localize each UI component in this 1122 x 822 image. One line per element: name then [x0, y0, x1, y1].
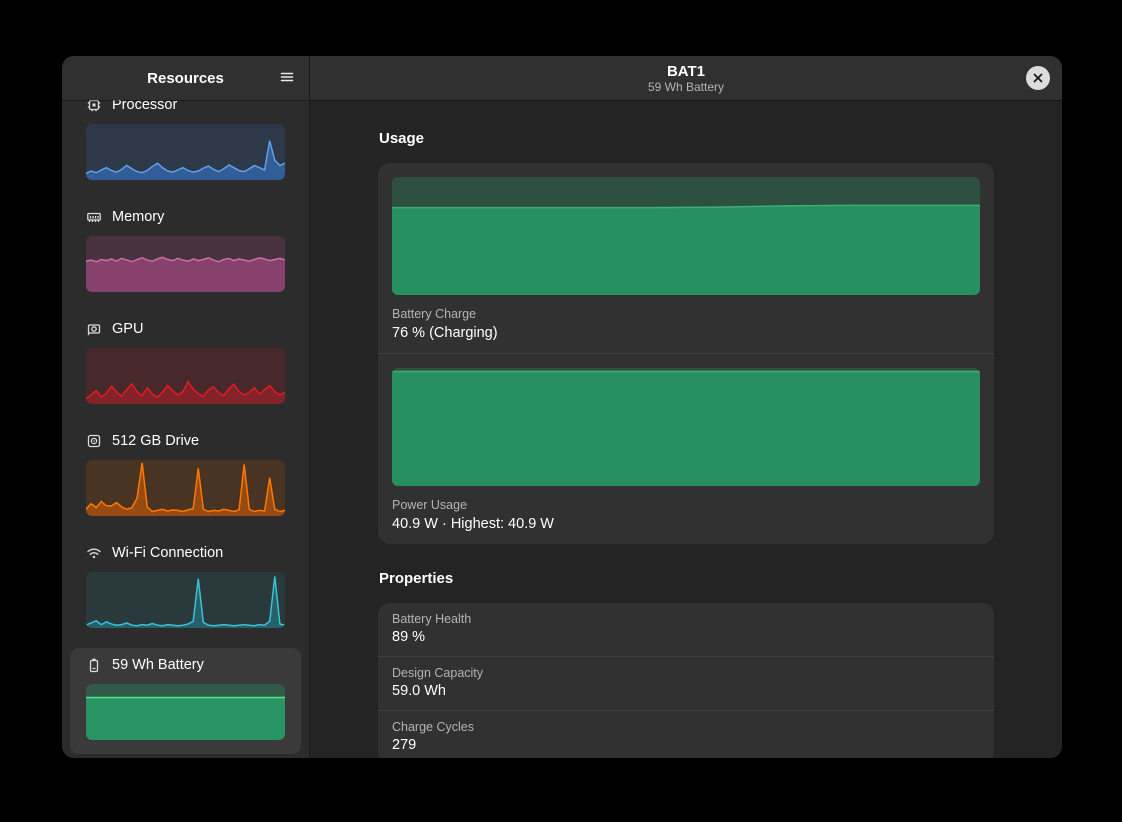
battery-charge-row: Battery Charge 76 % (Charging) [378, 163, 994, 353]
charge-cycles-row: Charge Cycles 279 [378, 710, 994, 758]
properties-card: Battery Health 89 % Design Capacity 59.0… [378, 603, 994, 758]
memory-chart [86, 236, 285, 292]
properties-heading: Properties [379, 570, 994, 587]
menu-button[interactable] [271, 62, 303, 94]
sidebar-header: Resources [62, 56, 309, 100]
gpu-icon [86, 321, 102, 337]
battery-chart [86, 684, 285, 740]
sidebar-item-battery[interactable]: 59 Wh Battery [70, 648, 301, 754]
gpu-chart [86, 348, 285, 404]
close-icon [1033, 71, 1043, 86]
page-subtitle: 59 Wh Battery [648, 80, 724, 94]
app-window: Resources [62, 56, 1062, 758]
usage-heading: Usage [379, 130, 994, 147]
sidebar-item-gpu[interactable]: GPU [70, 312, 301, 418]
sidebar-item-processor[interactable]: Processor [70, 88, 301, 194]
battery-charge-label: Battery Charge [392, 307, 980, 321]
wifi-chart [86, 572, 285, 628]
detail-pane: BAT1 59 Wh Battery Usage Battery Charge … [310, 56, 1062, 758]
main-body: Usage Battery Charge 76 % (Charging) Pow… [310, 100, 1062, 758]
sidebar-item-wifi[interactable]: Wi-Fi Connection [70, 536, 301, 642]
usage-card: Battery Charge 76 % (Charging) Power Usa… [378, 163, 994, 544]
sidebar-list: Processor Memory [62, 88, 309, 758]
hamburger-icon [279, 69, 295, 88]
wifi-icon [86, 545, 102, 561]
main-header: BAT1 59 Wh Battery [310, 56, 1062, 100]
memory-icon [86, 209, 102, 225]
charge-cycles-label: Charge Cycles [392, 720, 980, 734]
charge-cycles-value: 279 [392, 737, 980, 753]
drive-chart [86, 460, 285, 516]
sidebar-item-label: 59 Wh Battery [112, 657, 204, 673]
battery-health-row: Battery Health 89 % [378, 603, 994, 656]
sidebar-item-memory[interactable]: Memory [70, 200, 301, 306]
sidebar-title: Resources [147, 70, 224, 87]
power-usage-value: 40.9 W · Highest: 40.9 W [392, 516, 980, 532]
battery-charge-chart [392, 177, 980, 295]
power-usage-chart [392, 368, 980, 486]
power-usage-label: Power Usage [392, 498, 980, 512]
power-usage-row: Power Usage 40.9 W · Highest: 40.9 W [378, 353, 994, 544]
design-capacity-label: Design Capacity [392, 666, 980, 680]
page-title: BAT1 [667, 63, 705, 80]
sidebar: Resources [62, 56, 310, 758]
battery-health-value: 89 % [392, 629, 980, 645]
sidebar-item-label: 512 GB Drive [112, 433, 199, 449]
processor-chart [86, 124, 285, 180]
design-capacity-value: 59.0 Wh [392, 683, 980, 699]
sidebar-item-label: GPU [112, 321, 143, 337]
sidebar-item-label: Wi-Fi Connection [112, 545, 223, 561]
design-capacity-row: Design Capacity 59.0 Wh [378, 656, 994, 710]
battery-charge-value: 76 % (Charging) [392, 325, 980, 341]
battery-health-label: Battery Health [392, 612, 980, 626]
battery-icon [86, 657, 102, 673]
sidebar-item-label: Memory [112, 209, 164, 225]
close-button[interactable] [1026, 66, 1050, 90]
drive-icon [86, 433, 102, 449]
sidebar-item-drive[interactable]: 512 GB Drive [70, 424, 301, 530]
